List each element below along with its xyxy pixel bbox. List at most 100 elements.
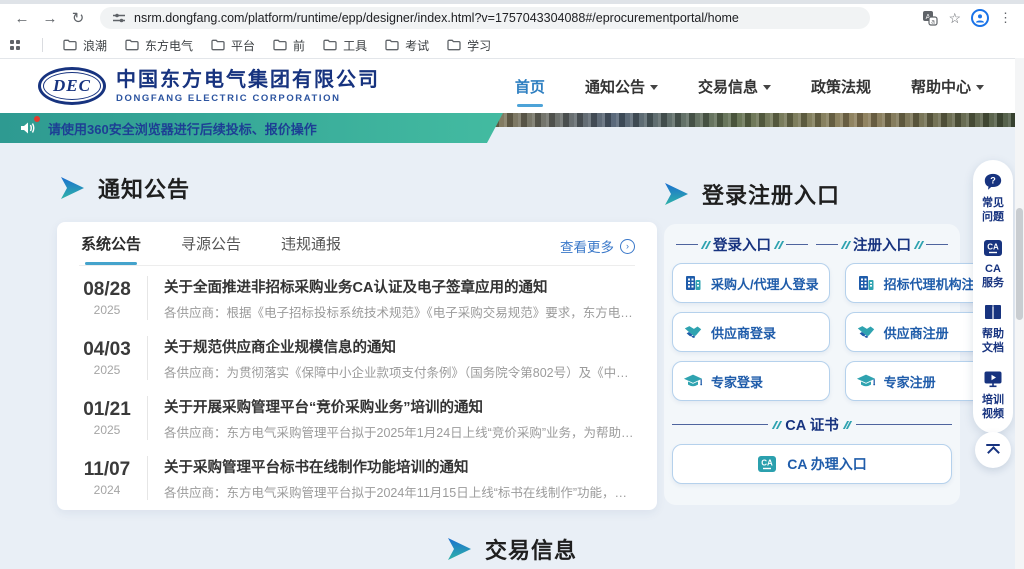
bookmark-label: 平台 [231, 37, 255, 54]
back-button[interactable]: ← [10, 6, 34, 30]
bookmark-folder[interactable]: 学习 [447, 37, 491, 54]
divider [147, 276, 148, 320]
news-title: 关于开展采购管理平台“竞价采购业务”培训的通知 [164, 396, 635, 417]
notice-tab[interactable]: 寻源公告 [179, 222, 243, 265]
company-logo[interactable]: DEC 中国东方电气集团有限公司 DONGFANG ELECTRIC CORPO… [38, 67, 380, 105]
bookmark-folder[interactable]: 工具 [323, 37, 367, 54]
news-row[interactable]: 04/03 2025 关于规范供应商企业规模信息的通知 各供应商：为贯彻落实《保… [79, 328, 635, 388]
browser-chrome: ← → ↻ nsrm.dongfang.com/platform/runtime… [0, 4, 1024, 59]
notices-section-title: 通知公告 [98, 172, 190, 204]
divider [147, 336, 148, 380]
back-to-top-button[interactable] [975, 432, 1011, 468]
scrollbar-track[interactable] [1015, 58, 1024, 569]
ca-entry-label: CA 办理入口 [787, 454, 867, 474]
news-date-year: 2025 [79, 423, 135, 437]
notices-card: 系统公告 寻源公告 违规通报 查看更多 › 08/28 2025 关于 [57, 222, 657, 510]
svg-text:CA: CA [987, 242, 999, 251]
nav-item-label: 交易信息 [698, 76, 758, 97]
trade-section-header: 交易信息 [0, 533, 1024, 565]
bookmark-folder[interactable]: 东方电气 [125, 37, 193, 54]
folder-icon [211, 39, 225, 51]
grad-cap-icon [856, 371, 876, 391]
bookmark-folder[interactable]: 考试 [385, 37, 429, 54]
entry-button-label: 供应商注册 [884, 323, 949, 342]
dec-logo-icon: DEC [38, 67, 106, 105]
apps-grid-icon[interactable] [10, 40, 20, 50]
company-name-en: DONGFANG ELECTRIC CORPORATION [116, 93, 380, 104]
login-section-header: 登录注册入口 [664, 178, 840, 210]
alert-dot [34, 116, 40, 122]
news-row[interactable]: 08/28 2025 关于全面推进非招标采购业务CA认证及电子签章应用的通知 各… [79, 268, 635, 328]
nav-item[interactable]: 帮助中心 [909, 70, 986, 103]
nav-item[interactable]: 首页 [513, 70, 547, 103]
notice-ribbon: 请使用360安全浏览器进行后续投标、报价操作 [0, 113, 505, 143]
question-bubble-icon: ? [983, 172, 1003, 192]
entry-button[interactable]: 采购人/代理人登录 [672, 263, 830, 303]
ca-blue-icon: CA [983, 238, 1003, 258]
nav-item[interactable]: 通知公告 [583, 70, 660, 103]
folder-icon [125, 39, 139, 51]
circle-arrow-right-icon: › [620, 239, 635, 254]
register-subheader-label: 注册入口 [853, 234, 911, 255]
bookmark-label: 浪潮 [83, 37, 107, 54]
grad-cap-icon [683, 371, 703, 391]
section-arrow-icon [60, 177, 85, 199]
news-desc: 各供应商：为贯彻落实《保障中小企业款项支付条例》（国务院令第802号）及《中小企… [164, 362, 635, 381]
notice-tab[interactable]: 违规通报 [279, 222, 343, 265]
bookmark-folder[interactable]: 平台 [211, 37, 255, 54]
chrome-menu-icon[interactable]: ⋮ [999, 10, 1012, 26]
ca-entry-button[interactable]: CA CA 办理入口 [672, 444, 952, 484]
news-list: 08/28 2025 关于全面推进非招标采购业务CA认证及电子签章应用的通知 各… [79, 266, 635, 508]
svg-text:?: ? [990, 175, 996, 185]
profile-avatar[interactable] [971, 9, 989, 27]
bookmarks-divider [42, 38, 43, 52]
view-more-link[interactable]: 查看更多 › [560, 236, 635, 256]
address-bar[interactable]: nsrm.dongfang.com/platform/runtime/epp/d… [100, 7, 870, 29]
folder-icon [447, 39, 461, 51]
login-subheader-label: 登录入口 [713, 234, 771, 255]
main-nav: 首页 通知公告 交易信息 政策法规 [513, 70, 986, 103]
bookmark-star-icon[interactable]: ☆ [948, 10, 961, 27]
floating-toolbar: ? 常见 问题 CA CA 服务 帮助 文档 培训 视频 [973, 160, 1013, 433]
news-desc: 各供应商：东方电气采购管理平台拟于2024年11月15日上线“标书在线制作”功能… [164, 482, 635, 501]
bookmark-folder[interactable]: 浪潮 [63, 37, 107, 54]
news-body: 关于开展采购管理平台“竞价采购业务”培训的通知 各供应商：东方电气采购管理平台拟… [164, 396, 635, 441]
divider [147, 396, 148, 440]
ca-cert-header: CA 证书 [672, 414, 952, 435]
speaker-icon [20, 120, 38, 136]
translate-icon[interactable]: Aa [922, 10, 938, 26]
toolbar-item[interactable]: ? 常见 问题 [975, 172, 1011, 225]
toolbar-item[interactable]: 培训 视频 [975, 369, 1011, 422]
book-icon [983, 303, 1003, 323]
notice-tab[interactable]: 系统公告 [79, 222, 143, 265]
news-date-day: 08/28 [79, 279, 135, 301]
nav-item[interactable]: 政策法规 [809, 70, 873, 103]
page-frame: ← → ↻ nsrm.dongfang.com/platform/runtime… [0, 0, 1024, 569]
video-screen-icon [983, 369, 1003, 389]
entry-button-label: 专家登录 [711, 372, 763, 391]
handshake-icon [856, 322, 876, 342]
entry-button[interactable]: 供应商登录 [672, 312, 830, 352]
toolbar-item-label: 帮助 文档 [982, 327, 1004, 356]
nav-item[interactable]: 交易信息 [696, 70, 773, 103]
bookmark-label: 前 [293, 37, 305, 54]
chevron-down-icon [650, 85, 658, 90]
site-settings-icon[interactable] [112, 11, 126, 25]
toolbar-item-label: 常见 问题 [982, 196, 1004, 225]
toolbar-item[interactable]: 帮助 文档 [975, 303, 1011, 356]
folder-icon [273, 39, 287, 51]
notices-tabs: 系统公告 寻源公告 违规通报 [79, 222, 635, 266]
bookmark-folder[interactable]: 前 [273, 37, 305, 54]
entry-button-grid: 采购人/代理人登录 招标代理机构注册 供应商登录 供应商注册 [672, 263, 952, 401]
entry-button[interactable]: 专家登录 [672, 361, 830, 401]
news-row[interactable]: 11/07 2024 关于采购管理平台标书在线制作功能培训的通知 各供应商：东方… [79, 448, 635, 508]
entry-button-label: 供应商登录 [711, 323, 776, 342]
nav-item-label: 通知公告 [585, 76, 645, 97]
toolbar-item[interactable]: CA CA 服务 [975, 238, 1011, 291]
news-title: 关于全面推进非招标采购业务CA认证及电子签章应用的通知 [164, 276, 635, 297]
toolbar-item-label: 培训 视频 [982, 393, 1004, 422]
forward-button[interactable]: → [38, 6, 62, 30]
reload-button[interactable]: ↻ [66, 6, 90, 30]
scrollbar-thumb[interactable] [1016, 208, 1023, 320]
news-row[interactable]: 01/21 2025 关于开展采购管理平台“竞价采购业务”培训的通知 各供应商：… [79, 388, 635, 448]
